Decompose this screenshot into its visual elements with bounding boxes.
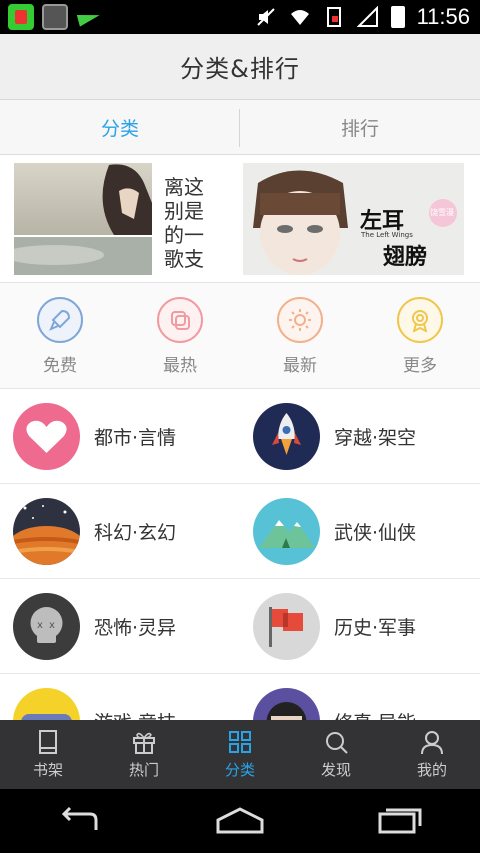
back-button[interactable] xyxy=(40,801,120,841)
quick-hot-label: 最热 xyxy=(163,356,197,376)
gamepad-icon xyxy=(13,687,80,720)
ninja-icon xyxy=(253,687,320,720)
nav-discover[interactable]: 发现 xyxy=(288,720,384,789)
banner-book-2[interactable]: 左耳 The Left Wings 翅膀 饶雪漫 xyxy=(243,163,464,275)
app-notification-icon xyxy=(8,4,34,30)
book-icon xyxy=(39,730,57,754)
category-label: 穿越·架空 xyxy=(334,426,417,449)
tab-ranking[interactable]: 排行 xyxy=(240,101,480,154)
category-grid: 都市·言情 穿越·架空 科幻·玄幻 武侠·仙侠 xx 恐怖·灵异 历史·军事 xyxy=(0,389,480,720)
banner-1-title: 离这 别是 的一 歌支 xyxy=(164,175,204,271)
badge-icon xyxy=(397,297,443,343)
quick-free[interactable]: 免费 xyxy=(0,283,120,388)
category-urban-romance[interactable]: 都市·言情 xyxy=(0,389,240,483)
category-row: 游戏·竞技 修真·异能 xyxy=(0,674,480,720)
back-icon xyxy=(61,806,98,830)
banner-2-title2: 翅膀 xyxy=(383,244,428,270)
grid-icon xyxy=(229,731,251,753)
nav-profile[interactable]: 我的 xyxy=(384,720,480,789)
signal-icon xyxy=(356,6,378,27)
nav-profile-label: 我的 xyxy=(416,761,447,779)
sun-icon xyxy=(277,297,323,343)
quick-new-label: 最新 xyxy=(283,356,317,376)
nav-popular[interactable]: 热门 xyxy=(96,720,192,789)
home-icon xyxy=(216,807,264,834)
category-label: 游戏·竞技 xyxy=(94,708,176,721)
category-label: 历史·军事 xyxy=(334,616,417,639)
bottom-navigation: 书架 热门 分类 发现 我的 xyxy=(0,720,480,789)
tab-bar: 分类 排行 xyxy=(0,101,480,155)
home-button[interactable] xyxy=(200,801,280,841)
user-icon xyxy=(421,731,443,755)
banner-book-1[interactable]: 离这 别是 的一 歌支 xyxy=(14,163,233,275)
category-scifi-fantasy[interactable]: 科幻·玄幻 xyxy=(0,484,240,578)
notification-icons xyxy=(8,4,102,30)
status-bar: 11:56 xyxy=(0,0,480,34)
nav-bookshelf-label: 书架 xyxy=(32,761,63,779)
banner-2-badge: 饶雪漫 xyxy=(430,208,454,217)
category-label: 恐怖·灵异 xyxy=(94,616,177,639)
page-title: 分类&排行 xyxy=(180,55,300,83)
skull-icon: xx xyxy=(13,592,80,660)
svg-text:x: x xyxy=(49,620,55,631)
gift-icon xyxy=(133,732,155,754)
category-label: 科幻·玄幻 xyxy=(94,521,177,544)
quick-filter-row: 免费 最热 最新 更多 xyxy=(0,283,480,389)
category-label: 武侠·仙侠 xyxy=(334,521,417,544)
category-row: 都市·言情 穿越·架空 xyxy=(0,389,480,484)
tab-category[interactable]: 分类 xyxy=(0,101,240,154)
system-navigation-bar xyxy=(0,789,480,853)
mountain-icon xyxy=(253,497,320,565)
nav-category-label: 分类 xyxy=(224,761,255,779)
category-gaming[interactable]: 游戏·竞技 xyxy=(0,674,240,720)
flag-icon xyxy=(253,592,320,660)
banner-2-subtitle: The Left Wings xyxy=(361,231,413,239)
quick-more[interactable]: 更多 xyxy=(360,283,480,388)
banner-strip: 离这 别是 的一 歌支 左耳 The Left Wings 翅膀 饶雪漫 xyxy=(0,155,480,283)
quick-free-label: 免费 xyxy=(43,356,77,376)
category-row: xx 恐怖·灵异 历史·军事 xyxy=(0,579,480,674)
nav-popular-label: 热门 xyxy=(128,761,159,779)
heart-icon xyxy=(13,402,80,470)
app-header: 分类&排行 xyxy=(0,34,480,100)
category-martial-arts[interactable]: 武侠·仙侠 xyxy=(240,484,480,578)
quick-hot[interactable]: 最热 xyxy=(120,283,240,388)
terminal-notification-icon xyxy=(42,4,68,30)
nav-discover-label: 发现 xyxy=(320,761,351,779)
category-cultivation[interactable]: 修真·异能 xyxy=(240,674,480,720)
sim-icon xyxy=(326,7,341,27)
search-icon xyxy=(326,732,348,754)
layers-icon xyxy=(157,297,203,343)
recents-button[interactable] xyxy=(360,801,440,841)
quick-new[interactable]: 最新 xyxy=(240,283,360,388)
rocket-icon xyxy=(37,297,83,343)
tab-divider xyxy=(239,109,240,147)
quick-more-label: 更多 xyxy=(403,356,437,376)
mute-icon xyxy=(256,8,275,26)
category-horror[interactable]: xx 恐怖·灵异 xyxy=(0,579,240,673)
banner-2-art xyxy=(243,163,464,275)
battery-icon xyxy=(390,6,405,28)
clock: 11:56 xyxy=(416,4,470,29)
category-history-military[interactable]: 历史·军事 xyxy=(240,579,480,673)
nav-category[interactable]: 分类 xyxy=(192,720,288,789)
nav-bookshelf[interactable]: 书架 xyxy=(0,720,96,789)
send-notification-icon xyxy=(76,4,102,30)
rocket-icon xyxy=(253,402,320,470)
category-label: 修真·异能 xyxy=(334,708,416,721)
category-time-travel[interactable]: 穿越·架空 xyxy=(240,389,480,483)
svg-text:x: x xyxy=(37,620,43,631)
planet-icon xyxy=(13,497,80,565)
category-label: 都市·言情 xyxy=(94,426,177,449)
category-row: 科幻·玄幻 武侠·仙侠 xyxy=(0,484,480,579)
recents-icon xyxy=(378,808,422,834)
wifi-icon xyxy=(290,10,309,25)
